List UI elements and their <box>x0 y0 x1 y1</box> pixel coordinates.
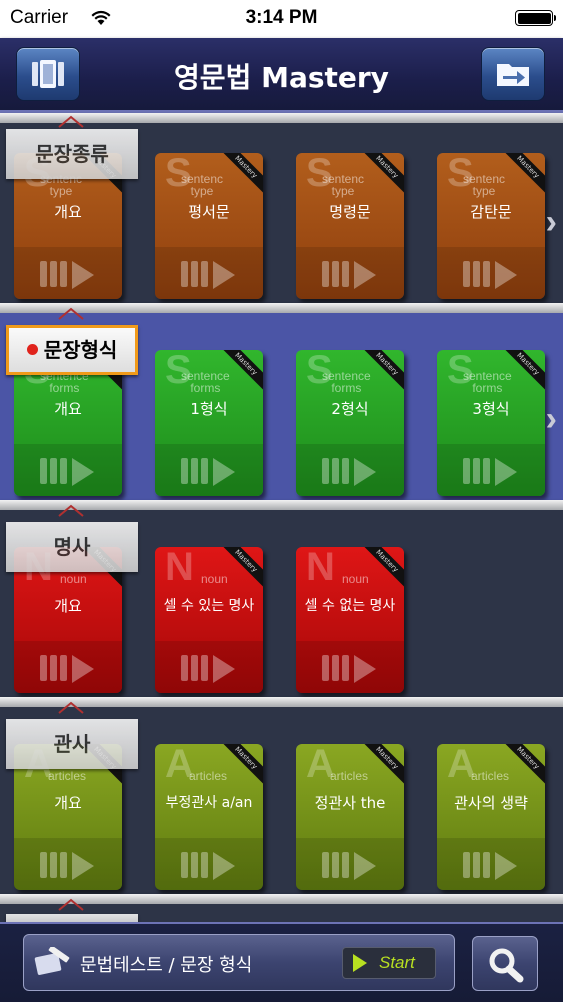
pin-icon <box>58 504 84 517</box>
play-icon <box>322 852 384 880</box>
mastery-ribbon: Mastery <box>358 153 404 196</box>
book-item[interactable]: A articles Mastery 관사의 생략 <box>437 744 545 890</box>
book-title: 개요 <box>54 203 82 221</box>
book-subtitle: sentenc type <box>463 172 506 198</box>
pencil-paper-icon <box>34 947 70 975</box>
book-subtitle: noun <box>201 572 228 586</box>
play-icon <box>322 458 384 486</box>
grammar-test-button[interactable]: 문법테스트 / 문장 형식 Start <box>23 934 455 991</box>
status-bar: Carrier 3:14 PM <box>0 0 563 38</box>
start-label: Start <box>379 953 415 972</box>
book-subtitle: articles <box>189 769 228 783</box>
pin-icon <box>58 307 84 320</box>
play-icon <box>40 852 102 880</box>
book-item[interactable]: A articles Mastery 정관사 the <box>296 744 404 890</box>
play-icon <box>181 458 243 486</box>
bottom-toolbar: 문법테스트 / 문장 형식 Start <box>0 922 563 1002</box>
book-letter: N <box>165 547 194 589</box>
play-icon <box>40 261 102 289</box>
book-subtitle: sentence forms <box>322 369 371 395</box>
book-subtitle: sentence forms <box>181 369 230 395</box>
book-title: 개요 <box>54 794 82 812</box>
pin-icon <box>58 701 84 714</box>
play-icon <box>181 655 243 683</box>
book-item[interactable]: S sentence forms Mastery 3형식 <box>437 350 545 496</box>
book-subtitle: sentence forms <box>463 369 512 395</box>
search-icon <box>489 948 524 983</box>
play-icon <box>40 655 102 683</box>
book-title: 부정관사 a/an <box>165 795 253 811</box>
book-title: 2형식 <box>331 400 369 418</box>
category-label[interactable]: 문장종류 <box>6 129 138 179</box>
book-subtitle: articles <box>471 769 510 783</box>
play-icon <box>181 852 243 880</box>
chevron-right-icon[interactable]: › <box>546 203 557 242</box>
play-icon <box>463 852 525 880</box>
book-title: 정관사 the <box>314 794 386 812</box>
clock: 3:14 PM <box>245 7 318 28</box>
play-icon <box>322 655 384 683</box>
mastery-ribbon: Mastery <box>499 153 545 196</box>
book-title: 평서문 <box>188 203 230 221</box>
book-subtitle: articles <box>48 769 87 783</box>
battery-icon <box>515 10 556 26</box>
book-subtitle: sentenc type <box>181 172 224 198</box>
play-icon <box>463 458 525 486</box>
mastery-ribbon: Mastery <box>217 153 263 196</box>
book-title: 개요 <box>54 400 82 418</box>
folder-button[interactable] <box>481 47 545 101</box>
play-icon <box>181 261 243 289</box>
selected-dot-icon <box>26 344 38 355</box>
category-label[interactable]: 관사 <box>6 719 138 769</box>
play-icon <box>322 261 384 289</box>
book-item[interactable]: A articles Mastery 부정관사 a/an <box>155 744 263 890</box>
book-subtitle: articles <box>330 769 369 783</box>
book-letter: N <box>306 547 335 589</box>
book-subtitle: noun <box>342 572 369 586</box>
play-icon <box>463 261 525 289</box>
book-title: 3형식 <box>472 400 510 418</box>
folder-arrow-icon <box>497 64 529 86</box>
category-label[interactable]: 명사 <box>6 522 138 572</box>
book-subtitle: noun <box>60 572 87 586</box>
book-title: 1형식 <box>190 400 228 418</box>
category-label-selected[interactable]: 문장형식 <box>6 325 138 375</box>
book-item[interactable]: S sentenc type Mastery 명령문 <box>296 153 404 299</box>
start-button[interactable]: Start <box>342 947 436 979</box>
play-arrow-icon <box>353 954 367 972</box>
book-subtitle: sentenc type <box>322 172 365 198</box>
grammar-test-label: 문법테스트 / 문장 형식 <box>80 955 253 976</box>
book-title: 개요 <box>54 597 82 615</box>
nav-bar: 영문법 Mastery <box>0 38 563 113</box>
book-item[interactable]: N noun Mastery 셀 수 있는 명사 <box>155 547 263 693</box>
book-item[interactable]: S sentenc type Mastery 감탄문 <box>437 153 545 299</box>
book-item[interactable]: S sentenc type Mastery 평서문 <box>155 153 263 299</box>
search-button[interactable] <box>472 936 538 991</box>
book-title: 명령문 <box>329 203 371 221</box>
book-title: 감탄문 <box>470 203 512 221</box>
pin-icon <box>58 115 84 128</box>
pin-icon <box>58 898 84 911</box>
book-item[interactable]: S sentence forms Mastery 1형식 <box>155 350 263 496</box>
book-title: 셀 수 없는 명사 <box>304 598 396 614</box>
chevron-right-icon[interactable]: › <box>546 400 557 439</box>
play-icon <box>40 458 102 486</box>
book-item[interactable]: S sentence forms Mastery 2형식 <box>296 350 404 496</box>
book-title: 셀 수 있는 명사 <box>163 598 255 614</box>
page-title: 영문법 Mastery <box>174 61 389 94</box>
book-title: 관사의 생략 <box>454 794 528 812</box>
book-item[interactable]: N noun Mastery 셀 수 없는 명사 <box>296 547 404 693</box>
